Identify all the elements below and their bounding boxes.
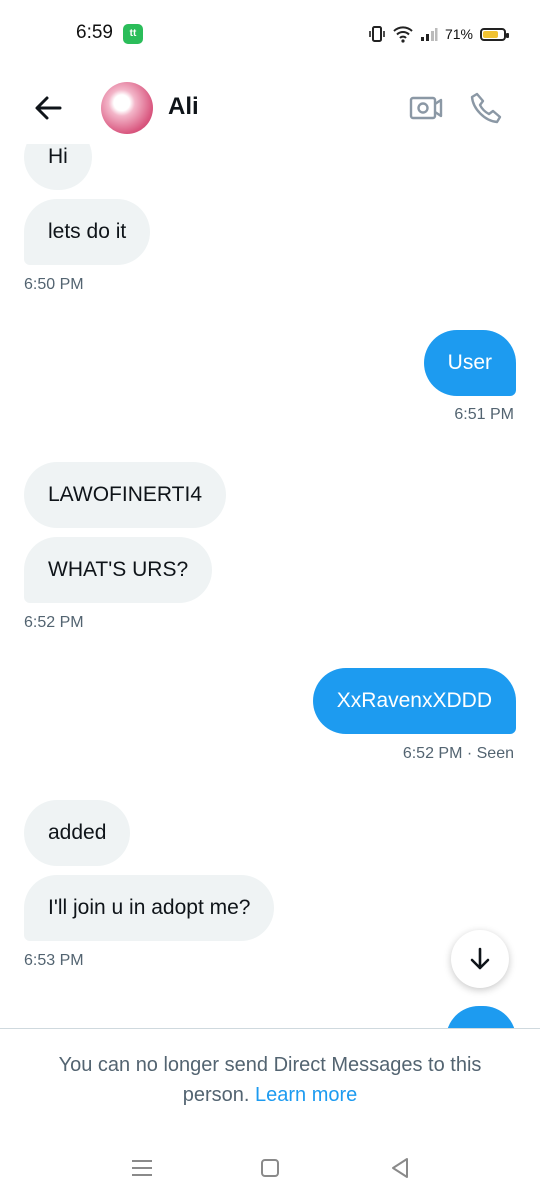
- dm-disabled-notice: You can no longer send Direct Messages t…: [30, 1050, 510, 1110]
- video-call-icon[interactable]: [408, 90, 444, 126]
- message-timestamp-seen: 6:52 PM · Seen: [402, 745, 514, 762]
- message-bubble-incoming[interactable]: WHAT'S URS?: [24, 537, 213, 603]
- message-bubble-outgoing[interactable]: XxRavenxXDDD: [312, 668, 516, 734]
- message-bubble-incoming[interactable]: added: [24, 800, 131, 866]
- status-bar: 6:59 tt 71%: [0, 0, 540, 68]
- battery-percent: 71%: [444, 26, 473, 42]
- vibrate-icon: [369, 26, 385, 42]
- status-icons: 71%: [368, 22, 509, 46]
- message-bubble-outgoing[interactable]: User: [423, 330, 516, 396]
- message-bubble-incoming[interactable]: I'll join u in adopt me?: [24, 875, 275, 941]
- back-arrow-icon[interactable]: [30, 90, 66, 126]
- message-timestamp: 6:50 PM: [24, 276, 84, 293]
- wifi-icon: [393, 26, 413, 43]
- avatar[interactable]: [101, 82, 153, 134]
- app-notification-icon: tt: [123, 24, 143, 44]
- system-nav-bar: [0, 1140, 540, 1200]
- status-time: 6:59: [76, 22, 113, 43]
- home-square-icon[interactable]: [256, 1154, 284, 1182]
- message-timestamp: 6:51 PM: [454, 406, 514, 423]
- message-timestamp: 6:53 PM: [24, 952, 84, 969]
- scroll-to-bottom-button[interactable]: [451, 930, 509, 988]
- divider: [0, 1028, 540, 1029]
- message-bubble-outgoing-partial[interactable]: [446, 1006, 516, 1028]
- message-timestamp: 6:52 PM: [24, 614, 84, 631]
- contact-name[interactable]: Ali: [168, 93, 199, 121]
- scroll-down-arrow-icon: [470, 947, 490, 970]
- message-bubble-incoming[interactable]: lets do it: [24, 199, 151, 265]
- menu-icon[interactable]: [128, 1154, 156, 1182]
- message-bubble-incoming[interactable]: Hi: [24, 144, 92, 190]
- battery-icon: [480, 27, 509, 41]
- signal-icon: [420, 28, 438, 41]
- conversation-header: Ali: [0, 72, 540, 144]
- message-list[interactable]: Hi lets do it 6:50 PM User 6:51 PM LAWOF…: [0, 144, 540, 1028]
- back-triangle-icon[interactable]: [386, 1154, 414, 1182]
- learn-more-link[interactable]: Learn more: [255, 1084, 357, 1106]
- message-bubble-incoming[interactable]: LAWOFINERTI4: [24, 462, 227, 528]
- phone-icon[interactable]: [468, 90, 504, 126]
